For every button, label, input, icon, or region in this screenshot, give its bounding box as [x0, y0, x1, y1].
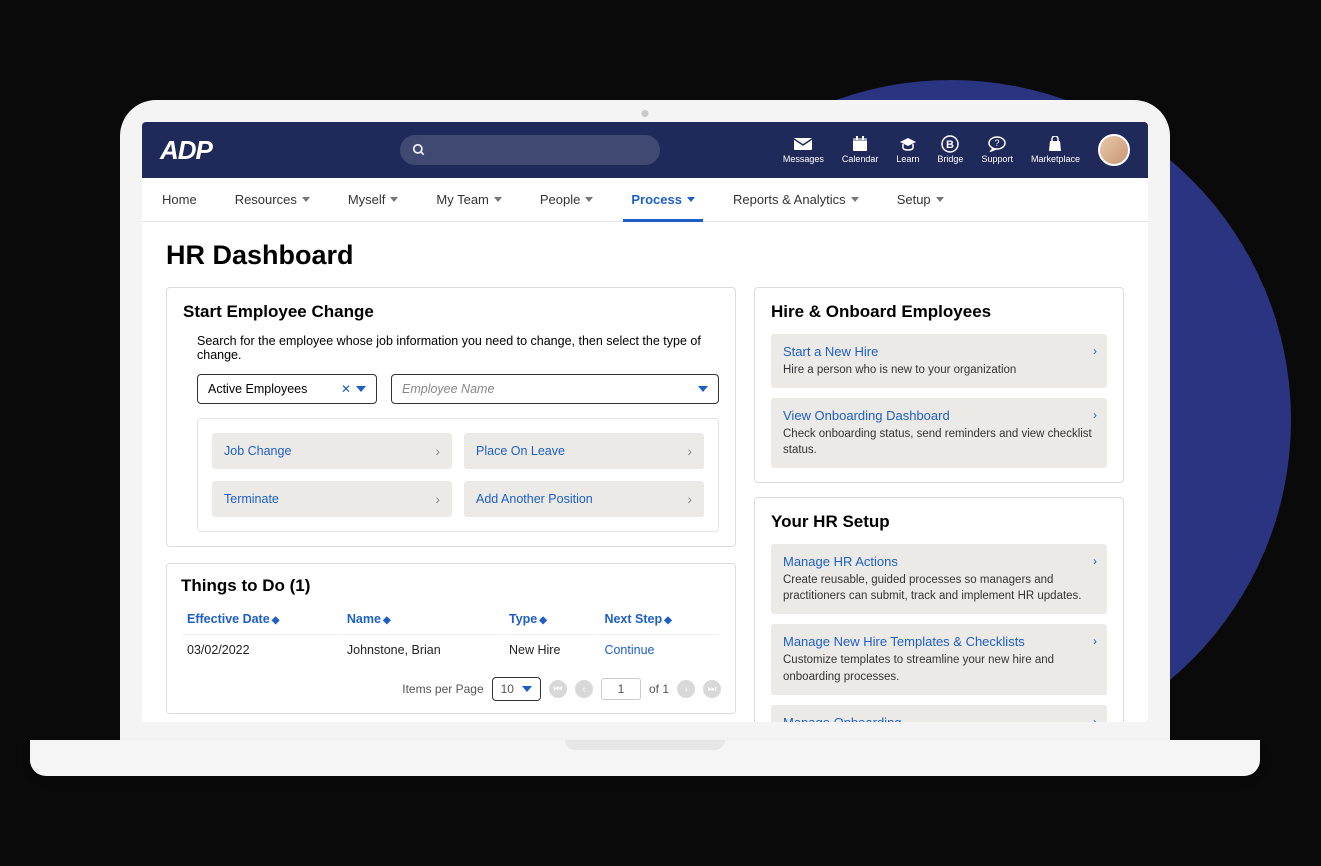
- first-page-button[interactable]: ⏮: [549, 680, 567, 698]
- hire-onboard-card: Hire & Onboard Employees › Start a New H…: [754, 287, 1124, 483]
- chevron-down-icon: [522, 686, 532, 692]
- card-title: Start Employee Change: [183, 302, 719, 322]
- terminate-button[interactable]: Terminate›: [212, 481, 452, 517]
- calendar-icon: [851, 136, 869, 152]
- chevron-right-icon: ›: [1093, 408, 1097, 422]
- nav-marketplace[interactable]: Marketplace: [1031, 136, 1080, 164]
- search-input[interactable]: [400, 135, 660, 165]
- chevron-down-icon: [585, 197, 593, 202]
- nav-learn[interactable]: Learn: [896, 136, 919, 164]
- manage-hr-actions-tile[interactable]: › Manage HR Actions Create reusable, gui…: [771, 544, 1107, 614]
- chevron-right-icon: ›: [435, 491, 440, 507]
- bridge-icon: B: [941, 136, 959, 152]
- chevron-down-icon: [936, 197, 944, 202]
- page-number-input[interactable]: 1: [601, 678, 641, 700]
- envelope-icon: [794, 136, 812, 152]
- user-avatar[interactable]: [1098, 134, 1130, 166]
- page-of-label: of 1: [649, 682, 669, 696]
- brand-logo: ADP: [160, 135, 212, 166]
- chevron-down-icon: [356, 386, 366, 392]
- chevron-down-icon: [851, 197, 859, 202]
- col-effective-date[interactable]: Effective Date◆: [183, 606, 341, 632]
- clear-icon[interactable]: ✕: [341, 382, 351, 396]
- chevron-right-icon: ›: [687, 491, 692, 507]
- nav-myself[interactable]: Myself: [346, 178, 401, 221]
- table-row: 03/02/2022 Johnstone, Brian New Hire Con…: [183, 634, 719, 665]
- manage-onboarding-tile[interactable]: › Manage Onboarding Add or edit onboardi…: [771, 705, 1107, 722]
- pagination: Items per Page 10 ⏮ ‹ 1 of 1 › ⏭: [181, 677, 721, 701]
- main-nav: Home Resources Myself My Team People Pro…: [142, 178, 1148, 222]
- nav-calendar[interactable]: Calendar: [842, 136, 879, 164]
- view-onboarding-tile[interactable]: › View Onboarding Dashboard Check onboar…: [771, 398, 1107, 468]
- sort-icon: ◆: [272, 615, 280, 626]
- chevron-down-icon: [698, 386, 708, 392]
- card-title: Your HR Setup: [771, 512, 1107, 532]
- add-position-button[interactable]: Add Another Position›: [464, 481, 704, 517]
- next-page-button[interactable]: ›: [677, 680, 695, 698]
- chevron-down-icon: [302, 197, 310, 202]
- nav-home[interactable]: Home: [160, 178, 199, 221]
- nav-setup[interactable]: Setup: [895, 178, 946, 221]
- chevron-right-icon: ›: [687, 443, 692, 459]
- col-type[interactable]: Type◆: [505, 606, 598, 632]
- chevron-right-icon: ›: [1093, 554, 1097, 568]
- card-title: Things to Do (1): [181, 576, 721, 596]
- svg-text:?: ?: [995, 138, 1000, 148]
- chevron-right-icon: ›: [1093, 634, 1097, 648]
- search-icon: [412, 143, 426, 157]
- chevron-right-icon: ›: [435, 443, 440, 459]
- instruction-text: Search for the employee whose job inform…: [197, 334, 719, 362]
- start-new-hire-tile[interactable]: › Start a New Hire Hire a person who is …: [771, 334, 1107, 388]
- nav-myteam[interactable]: My Team: [434, 178, 504, 221]
- support-icon: ?: [988, 136, 1006, 152]
- chevron-down-icon: [687, 197, 695, 202]
- items-per-page-label: Items per Page: [402, 682, 483, 696]
- top-bar: ADP Messages Calendar L: [142, 122, 1148, 178]
- last-page-button[interactable]: ⏭: [703, 680, 721, 698]
- svg-text:B: B: [946, 139, 954, 151]
- chevron-right-icon: ›: [1093, 344, 1097, 358]
- prev-page-button[interactable]: ‹: [575, 680, 593, 698]
- col-next-step[interactable]: Next Step◆: [600, 606, 719, 632]
- marketplace-icon: [1046, 136, 1064, 152]
- chevron-down-icon: [494, 197, 502, 202]
- page-title: HR Dashboard: [166, 240, 1124, 271]
- continue-link[interactable]: Continue: [600, 634, 719, 665]
- chevron-down-icon: [390, 197, 398, 202]
- col-name[interactable]: Name◆: [343, 606, 503, 632]
- nav-people[interactable]: People: [538, 178, 595, 221]
- employee-filter-select[interactable]: Active Employees ✕: [197, 374, 377, 404]
- start-change-card: Start Employee Change Search for the emp…: [166, 287, 736, 547]
- nav-support[interactable]: ? Support: [981, 136, 1013, 164]
- hr-setup-card: Your HR Setup › Manage HR Actions Create…: [754, 497, 1124, 722]
- nav-process[interactable]: Process: [629, 178, 697, 221]
- nav-messages[interactable]: Messages: [783, 136, 824, 164]
- items-per-page-select[interactable]: 10: [492, 677, 541, 701]
- card-title: Hire & Onboard Employees: [771, 302, 1107, 322]
- manage-templates-tile[interactable]: › Manage New Hire Templates & Checklists…: [771, 624, 1107, 694]
- nav-resources[interactable]: Resources: [233, 178, 312, 221]
- job-change-button[interactable]: Job Change›: [212, 433, 452, 469]
- place-on-leave-button[interactable]: Place On Leave›: [464, 433, 704, 469]
- nav-bridge[interactable]: B Bridge: [937, 136, 963, 164]
- cell-date: 03/02/2022: [183, 634, 341, 665]
- employee-name-input[interactable]: Employee Name: [391, 374, 719, 404]
- sort-icon: ◆: [383, 615, 391, 626]
- graduation-icon: [899, 136, 917, 152]
- nav-reports[interactable]: Reports & Analytics: [731, 178, 861, 221]
- sort-icon: ◆: [539, 615, 547, 626]
- things-to-do-card: Things to Do (1) Effective Date◆ Name◆ T…: [166, 563, 736, 714]
- chevron-right-icon: ›: [1093, 715, 1097, 722]
- cell-type: New Hire: [505, 634, 598, 665]
- sort-icon: ◆: [664, 615, 672, 626]
- cell-name: Johnstone, Brian: [343, 634, 503, 665]
